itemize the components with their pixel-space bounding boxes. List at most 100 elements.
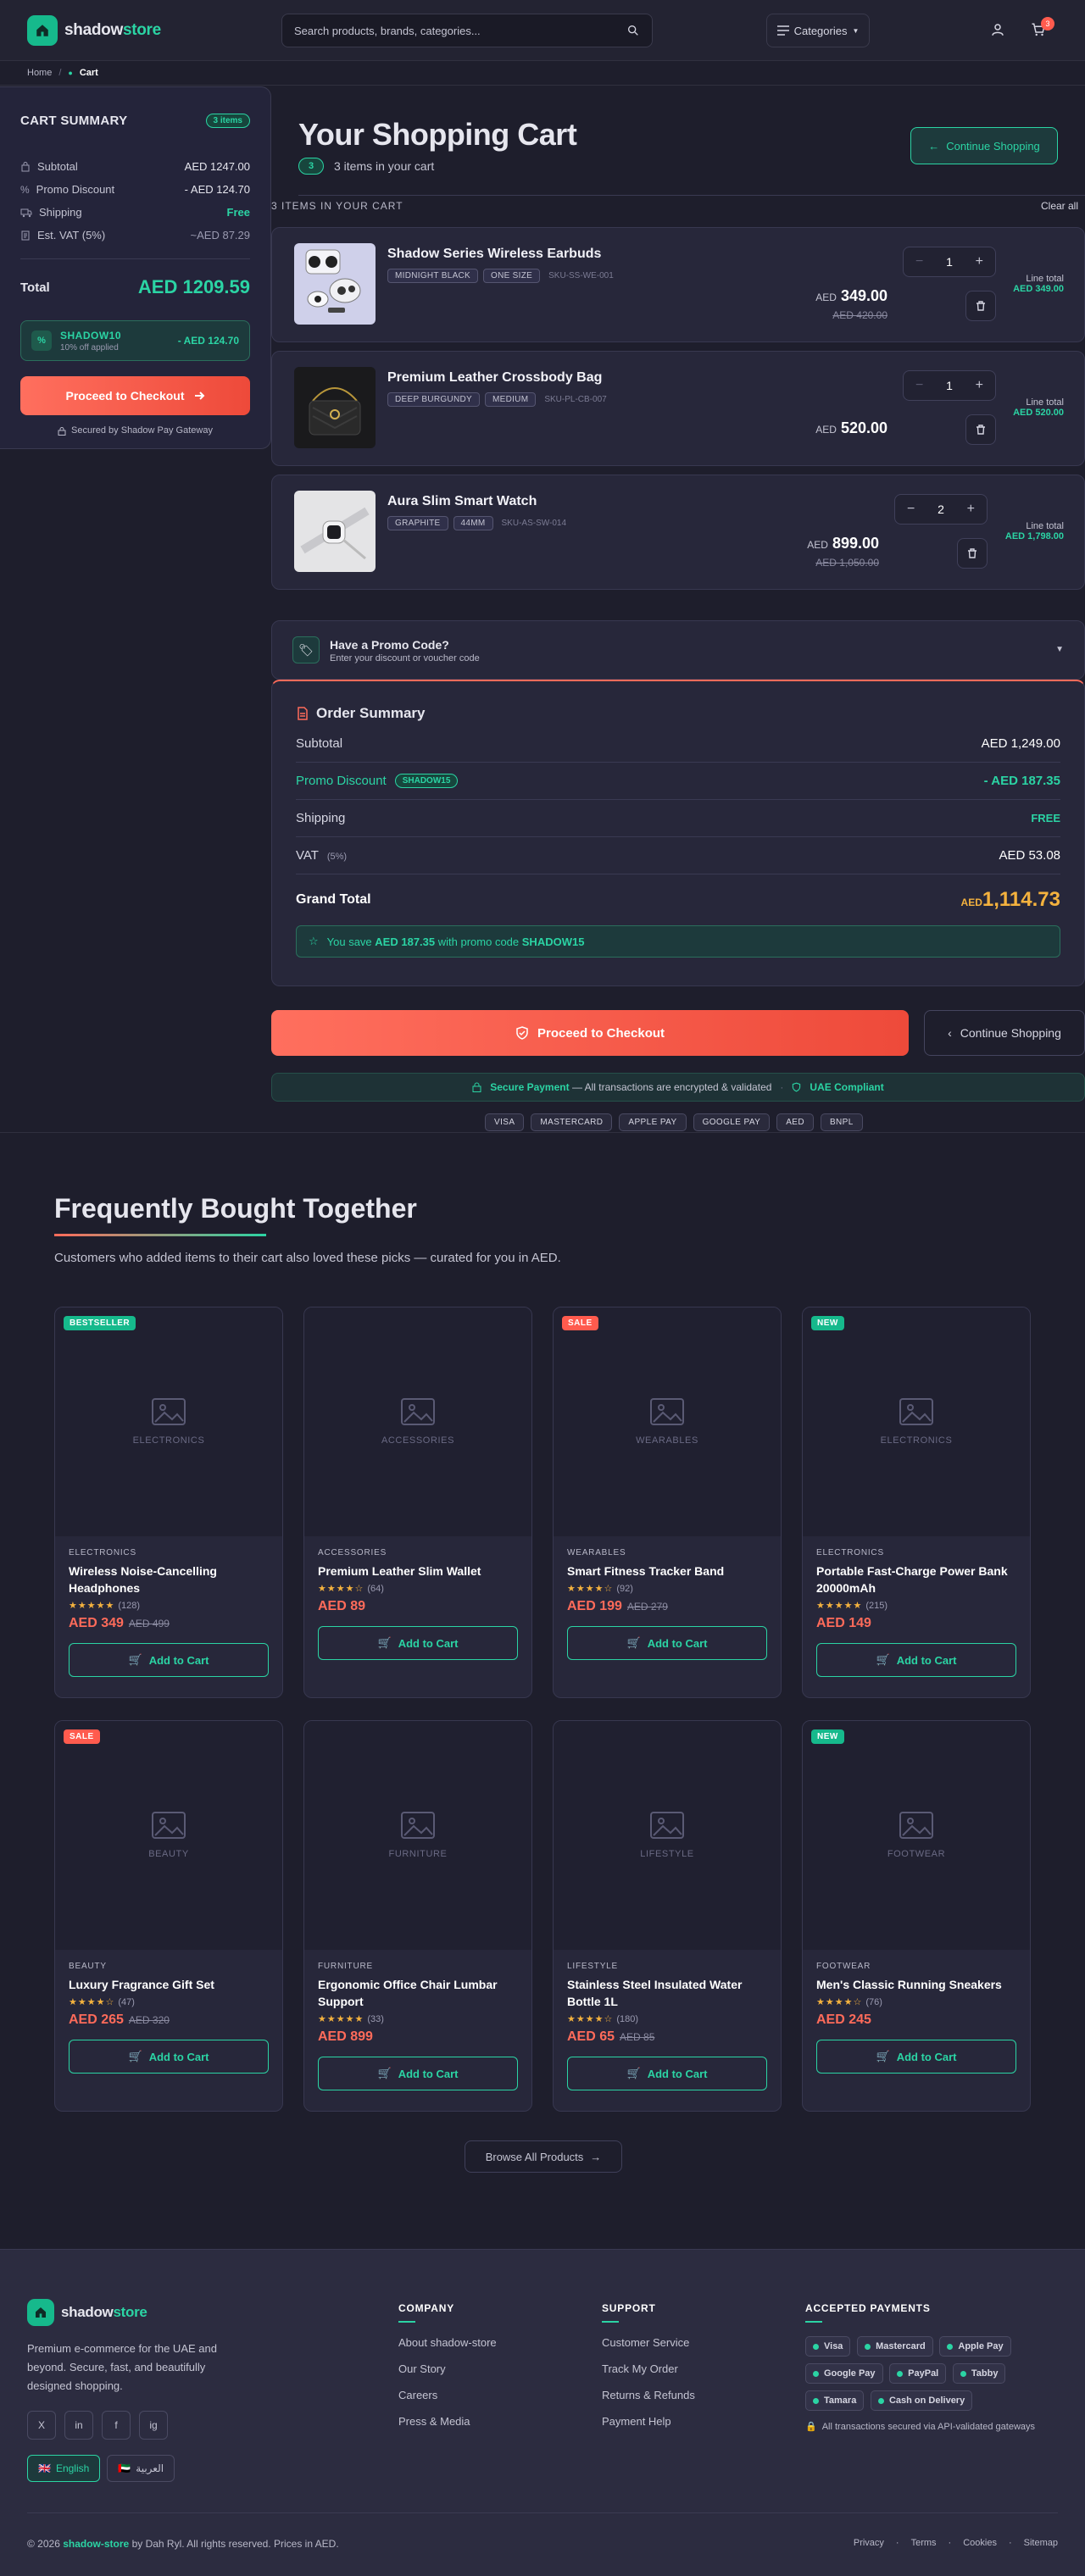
product-card[interactable]: BESTSELLER ELECTRONICS ELECTRONICS Wirel… — [54, 1307, 283, 1698]
add-to-cart-button[interactable]: 🛒 Add to Cart — [567, 2057, 767, 2090]
footer-link[interactable]: Our Story — [398, 2362, 497, 2375]
continue-shopping-top-button[interactable]: ← Continue Shopping — [910, 127, 1058, 164]
line-total-label: Line total — [1026, 274, 1064, 284]
add-to-cart-button[interactable]: 🛒 Add to Cart — [318, 1626, 518, 1660]
decrease-button[interactable]: − — [915, 378, 923, 393]
product-name: Men's Classic Running Sneakers — [816, 1978, 1002, 1991]
save-mid: with promo code — [437, 935, 520, 948]
x-icon[interactable]: X — [27, 2411, 56, 2440]
continue-shopping-button[interactable]: ‹ Continue Shopping — [924, 1010, 1085, 1056]
cookies-link[interactable]: Cookies — [963, 2538, 997, 2548]
product-price: AED 349 — [69, 1616, 124, 1630]
os-shipping-row: Shipping FREE — [296, 800, 1060, 837]
item-price: AED 520.00 — [815, 419, 887, 437]
footer-link[interactable]: Payment Help — [602, 2415, 695, 2428]
product-card[interactable]: NEW ELECTRONICS ELECTRONICS Portable Fas… — [802, 1307, 1031, 1698]
terms-link[interactable]: Terms — [911, 2538, 937, 2548]
page-title: Your Shopping Cart — [298, 117, 577, 152]
language-arabic-button[interactable]: 🇦🇪 العربية — [107, 2455, 175, 2482]
cart-item: Aura Slim Smart Watch GRAPHITE 44MM SKU-… — [271, 475, 1085, 590]
add-to-cart-button[interactable]: 🛒 Add to Cart — [816, 2040, 1016, 2074]
footer-link[interactable]: Careers — [398, 2389, 497, 2401]
product-card[interactable]: NEW FOOTWEAR FOOTWEAR Men's Classic Runn… — [802, 1720, 1031, 2112]
add-to-cart-button[interactable]: 🛒 Add to Cart — [69, 2040, 269, 2074]
clear-all-link[interactable]: Clear all — [1041, 200, 1078, 212]
cart-icon: 🛒 — [626, 1636, 641, 1649]
promo-code-toggle[interactable]: 🏷 Have a Promo Code? Enter your discount… — [271, 620, 1085, 680]
breadcrumb-home[interactable]: Home — [27, 68, 52, 78]
product-image-earbuds[interactable] — [294, 243, 376, 325]
footer-link[interactable]: Returns & Refunds — [602, 2389, 695, 2401]
sitemap-link[interactable]: Sitemap — [1024, 2538, 1058, 2548]
footer-link[interactable]: Track My Order — [602, 2362, 695, 2375]
stars-icon: ★★★★★ — [318, 2014, 364, 2024]
product-card[interactable]: FURNITURE FURNITURE Ergonomic Office Cha… — [303, 1720, 532, 2112]
add-to-cart-button[interactable]: 🛒 Add to Cart — [567, 1626, 767, 1660]
facebook-icon[interactable]: f — [102, 2411, 131, 2440]
item-name[interactable]: Shadow Series Wireless Earbuds — [387, 247, 601, 262]
image-placeholder-icon — [401, 1812, 435, 1839]
image-placeholder-icon — [650, 1398, 684, 1425]
breadcrumb-current: Cart — [79, 68, 98, 78]
decrease-button[interactable]: − — [907, 502, 915, 517]
search-input[interactable]: Search products, brands, categories... — [294, 25, 626, 37]
instagram-icon[interactable]: ig — [139, 2411, 168, 2440]
promo-value: - AED 124.70 — [184, 183, 250, 196]
promo-subtitle: Enter your discount or voucher code — [330, 653, 480, 663]
item-price: AED 349.00 — [815, 287, 887, 305]
browse-all-button[interactable]: Browse All Products → — [465, 2140, 622, 2173]
categories-button[interactable]: Categories ▼ — [766, 14, 870, 47]
increase-button[interactable]: + — [976, 254, 983, 269]
language-english-button[interactable]: 🇬🇧 English — [27, 2455, 101, 2482]
add-to-cart-button[interactable]: 🛒 Add to Cart — [318, 2057, 518, 2090]
variant-tag: 44MM — [453, 516, 493, 530]
decrease-button[interactable]: − — [915, 254, 923, 269]
add-to-cart-button[interactable]: 🛒 Add to Cart — [69, 1643, 269, 1677]
product-card[interactable]: SALE WEARABLES WEARABLES Smart Fitness T… — [553, 1307, 782, 1698]
truck-icon — [20, 208, 32, 218]
product-image-placeholder: NEW FOOTWEAR — [803, 1721, 1030, 1950]
privacy-link[interactable]: Privacy — [854, 2538, 884, 2548]
footer-link[interactable]: About shadow-store — [398, 2336, 497, 2349]
item-name[interactable]: Premium Leather Crossbody Bag — [387, 370, 602, 386]
item-price: AED 899.00 — [807, 535, 879, 552]
product-badge: NEW — [811, 1316, 844, 1330]
quantity-stepper[interactable]: − 1 + — [903, 247, 996, 277]
logo[interactable]: shadowstore — [27, 15, 161, 46]
payment-method-label: Visa — [824, 2341, 843, 2351]
grand-total-label: Grand Total — [296, 892, 371, 907]
copyright-text: by Dah Ryl. All rights reserved. Prices … — [131, 2538, 339, 2550]
footer-logo[interactable]: shadowstore — [27, 2299, 147, 2326]
payment-chip: GOOGLE PAY — [693, 1113, 771, 1131]
remove-item-button[interactable] — [957, 538, 988, 569]
image-category-label: FURNITURE — [388, 1849, 448, 1859]
review-count: (76) — [865, 1997, 882, 2007]
user-icon[interactable] — [990, 22, 1005, 37]
product-image-bag[interactable] — [294, 367, 376, 448]
add-to-cart-button[interactable]: 🛒 Add to Cart — [816, 1643, 1016, 1677]
footer-link[interactable]: Customer Service — [602, 2336, 695, 2349]
search-bar[interactable]: Search products, brands, categories... — [281, 14, 653, 47]
footer-link[interactable]: Press & Media — [398, 2415, 497, 2428]
quantity-stepper[interactable]: − 1 + — [903, 370, 996, 401]
remove-item-button[interactable] — [965, 291, 996, 321]
quantity-stepper[interactable]: − 2 + — [894, 494, 988, 525]
sidebar-checkout-button[interactable]: Proceed to Checkout — [20, 376, 250, 415]
promo-title: Have a Promo Code? — [330, 638, 449, 652]
increase-button[interactable]: + — [976, 378, 983, 393]
arrow-left-icon: ← — [928, 139, 940, 153]
grand-total-value: 1,114.73 — [982, 888, 1060, 911]
linkedin-icon[interactable]: in — [64, 2411, 93, 2440]
product-card[interactable]: ACCESSORIES ACCESSORIES Premium Leather … — [303, 1307, 532, 1698]
product-card[interactable]: SALE BEAUTY BEAUTY Luxury Fragrance Gift… — [54, 1720, 283, 2112]
copyright-brand[interactable]: shadow-store — [63, 2538, 129, 2550]
checkout-button[interactable]: Proceed to Checkout — [271, 1010, 909, 1056]
product-card[interactable]: LIFESTYLE LIFESTYLE Stainless Steel Insu… — [553, 1720, 782, 2112]
product-image-watch[interactable] — [294, 491, 376, 572]
remove-item-button[interactable] — [965, 414, 996, 445]
search-icon[interactable] — [626, 24, 640, 37]
item-name[interactable]: Aura Slim Smart Watch — [387, 494, 537, 509]
increase-button[interactable]: + — [967, 502, 975, 517]
language-english-label: English — [55, 2462, 90, 2474]
rating-stars: ★★★★★ (215) — [816, 1600, 1016, 1611]
